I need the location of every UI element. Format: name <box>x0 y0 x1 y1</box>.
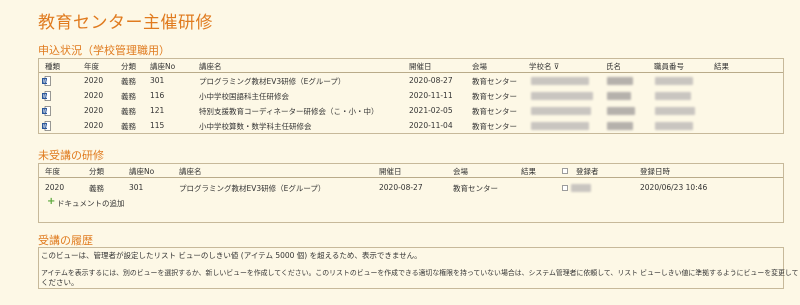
cell-course-no: 121 <box>150 106 165 115</box>
redacted-name <box>607 77 633 85</box>
col-venue[interactable]: 会場 <box>472 61 487 72</box>
redacted-staff-no <box>655 92 691 100</box>
cell-date: 2020-08-27 <box>379 183 423 192</box>
cell-year: 2020 <box>84 91 104 100</box>
word-document-icon[interactable]: W <box>42 121 51 131</box>
cell-course-no: 115 <box>150 121 165 130</box>
applications-table: 種類 年度 分類 講座No 講座名 開催日 会場 学校名 ⊽ 氏名 職員番号 結… <box>38 58 784 134</box>
svg-text:W: W <box>43 94 48 100</box>
col-course-no[interactable]: 講座No <box>150 61 175 72</box>
redacted-staff-no <box>655 122 693 130</box>
table-row[interactable]: 2020 義務 301 プログラミング教材EV3研修（Eグループ） 2020-0… <box>39 181 783 195</box>
col-course-name[interactable]: 講座名 <box>199 61 222 72</box>
cell-year: 2020 <box>45 183 65 192</box>
word-document-icon[interactable]: W <box>42 91 51 101</box>
cell-date: 2020-08-27 <box>409 76 453 85</box>
cell-course-no: 301 <box>150 76 165 85</box>
redacted-school <box>531 107 591 115</box>
cell-year: 2020 <box>84 121 104 130</box>
cell-category: 義務 <box>121 77 136 86</box>
cell-venue: 教育センター <box>472 77 517 86</box>
col-result[interactable]: 結果 <box>521 166 536 177</box>
history-notice: このビューは、管理者が設定したリスト ビューのしきい値 (アイテム 5000 個… <box>38 247 798 289</box>
notice-line-1: このビューは、管理者が設定したリスト ビューのしきい値 (アイテム 5000 個… <box>41 251 422 260</box>
notice-line-3: ください。 <box>41 278 79 287</box>
cell-course-no: 116 <box>150 91 165 100</box>
word-document-icon[interactable]: W <box>42 76 51 86</box>
col-result[interactable]: 結果 <box>714 61 729 72</box>
cell-category: 義務 <box>121 122 136 131</box>
col-category[interactable]: 分類 <box>89 166 104 177</box>
cell-year: 2020 <box>84 76 104 85</box>
row-checkbox[interactable] <box>562 185 568 191</box>
cell-category: 義務 <box>121 92 136 101</box>
col-registered-at[interactable]: 登録日時 <box>640 166 670 177</box>
col-staff-no[interactable]: 職員番号 <box>654 61 684 72</box>
redacted-school <box>531 122 589 130</box>
col-type[interactable]: 種類 <box>45 61 60 72</box>
word-document-icon[interactable]: W <box>42 106 51 116</box>
cell-category: 義務 <box>89 184 104 193</box>
page-title: 教育センター主催研修 <box>38 13 213 33</box>
not-attended-table: 年度 分類 講座No 講座名 開催日 会場 結果 登録者 登録日時 2020 義… <box>38 163 784 223</box>
section-title-not-attended: 未受講の研修 <box>38 149 104 162</box>
col-name[interactable]: 氏名 <box>606 61 621 72</box>
col-course-no[interactable]: 講座No <box>129 166 154 177</box>
svg-text:W: W <box>43 79 48 85</box>
section-title-applications: 申込状況（学校管理職用） <box>38 44 170 57</box>
redacted-name <box>607 107 635 115</box>
col-year[interactable]: 年度 <box>45 166 60 177</box>
table-header: 年度 分類 講座No 講座名 開催日 会場 結果 登録者 登録日時 <box>39 164 783 178</box>
add-document-label[interactable]: ドキュメントの追加 <box>57 198 125 209</box>
cell-venue: 教育センター <box>472 122 517 131</box>
col-date[interactable]: 開催日 <box>409 61 432 72</box>
cell-venue: 教育センター <box>472 92 517 101</box>
cell-course-name[interactable]: プログラミング教材EV3研修（Eグループ） <box>199 76 345 87</box>
svg-text:W: W <box>43 109 48 115</box>
col-registrant[interactable]: 登録者 <box>576 166 599 177</box>
redacted-staff-no <box>655 107 695 115</box>
cell-course-name[interactable]: 特別支援教育コーディネーター研修会（こ・小・中） <box>199 106 378 117</box>
cell-venue: 教育センター <box>472 107 517 116</box>
cell-year: 2020 <box>84 106 104 115</box>
svg-text:W: W <box>43 124 48 130</box>
cell-course-name[interactable]: プログラミング教材EV3研修（Eグループ） <box>179 183 325 194</box>
notice-line-2: アイテムを表示するには、別のビューを選択するか、新しいビューを作成してください。… <box>41 269 799 277</box>
col-school[interactable]: 学校名 ⊽ <box>529 61 559 72</box>
cell-course-name[interactable]: 小中学校算数・数学科主任研修会 <box>199 121 312 132</box>
table-row[interactable]: W 2020 義務 115 小中学校算数・数学科主任研修会 2020-11-04… <box>39 119 783 133</box>
select-all-checkbox[interactable] <box>562 168 568 174</box>
redacted-name <box>607 92 631 100</box>
col-category[interactable]: 分類 <box>121 61 136 72</box>
redacted-name <box>607 122 633 130</box>
section-title-history: 受講の履歴 <box>38 234 93 247</box>
table-row[interactable]: W 2020 義務 116 小中学校国語科主任研修会 2020-11-11 教育… <box>39 89 783 103</box>
cell-venue: 教育センター <box>453 184 498 193</box>
table-row[interactable]: W 2020 義務 121 特別支援教育コーディネーター研修会（こ・小・中） 2… <box>39 104 783 118</box>
cell-date: 2021-02-05 <box>409 106 453 115</box>
plus-icon: + <box>47 196 56 207</box>
col-date[interactable]: 開催日 <box>379 166 402 177</box>
col-venue[interactable]: 会場 <box>453 166 468 177</box>
cell-date: 2020-11-04 <box>409 121 453 130</box>
table-header: 種類 年度 分類 講座No 講座名 開催日 会場 学校名 ⊽ 氏名 職員番号 結… <box>39 59 783 73</box>
cell-registered-at: 2020/06/23 10:46 <box>640 183 708 192</box>
cell-course-name[interactable]: 小中学校国語科主任研修会 <box>199 91 289 102</box>
col-course-name[interactable]: 講座名 <box>179 166 202 177</box>
table-row[interactable]: W 2020 義務 301 プログラミング教材EV3研修（Eグループ） 2020… <box>39 74 783 88</box>
col-year[interactable]: 年度 <box>84 61 99 72</box>
redacted-school <box>531 77 589 85</box>
cell-date: 2020-11-11 <box>409 91 453 100</box>
redacted-registrant <box>571 184 591 192</box>
redacted-school <box>531 92 593 100</box>
cell-category: 義務 <box>121 107 136 116</box>
redacted-staff-no <box>655 77 693 85</box>
cell-course-no: 301 <box>129 183 144 192</box>
